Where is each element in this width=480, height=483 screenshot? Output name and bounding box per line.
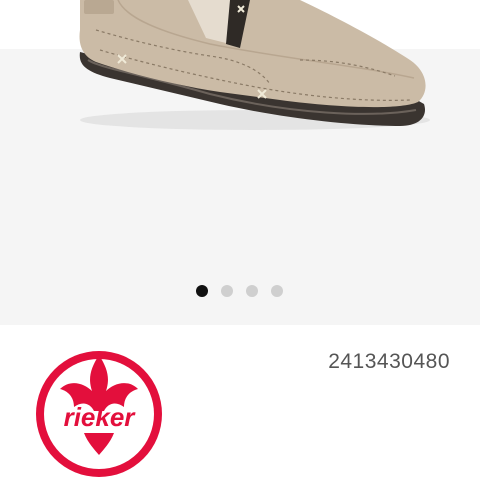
article-number: 2413430480 <box>328 350 450 373</box>
carousel-pagination <box>196 285 283 297</box>
carousel-dot-2[interactable] <box>221 285 233 297</box>
rieker-brand-logo: rieker <box>36 351 162 477</box>
product-image-gallery[interactable] <box>0 0 480 325</box>
product-image[interactable] <box>0 0 480 160</box>
carousel-dot-1[interactable] <box>196 285 208 297</box>
carousel-dot-4[interactable] <box>271 285 283 297</box>
carousel-dot-3[interactable] <box>246 285 258 297</box>
svg-text:rieker: rieker <box>64 402 137 432</box>
